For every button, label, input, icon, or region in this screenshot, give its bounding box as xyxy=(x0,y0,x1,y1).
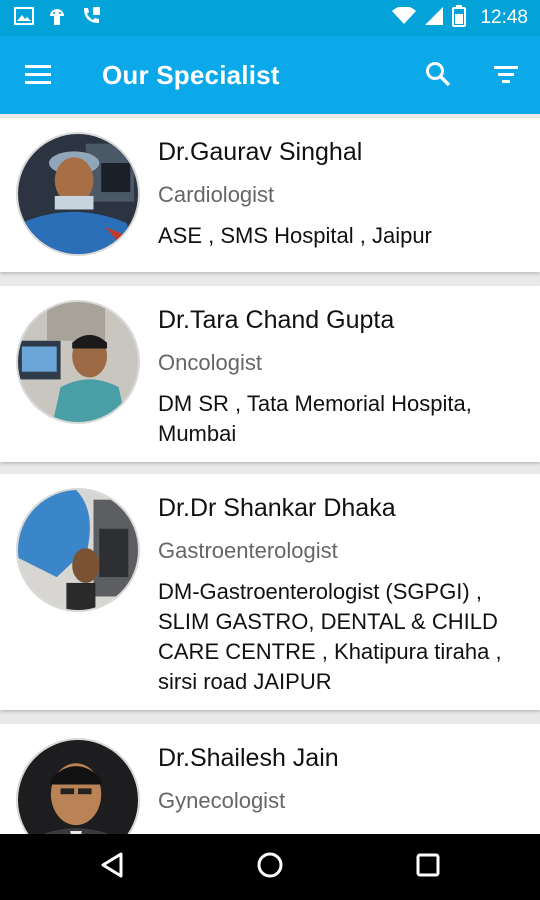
avatar xyxy=(16,488,140,612)
search-button[interactable] xyxy=(420,58,456,94)
hamburger-icon xyxy=(24,63,52,90)
specialist-name: Dr.Tara Chand Gupta xyxy=(158,306,395,334)
menu-button[interactable] xyxy=(20,58,56,94)
call-settings-icon xyxy=(80,5,102,32)
filter-button[interactable] xyxy=(488,58,524,94)
cell-signal-icon xyxy=(424,6,444,31)
avatar xyxy=(16,132,140,256)
avatar xyxy=(16,738,140,834)
specialist-details: DM SR , Tata Memorial Hospita, Mumbai xyxy=(158,391,472,446)
specialist-card[interactable]: Dr.Shailesh Jain Gynecologist xyxy=(0,724,540,834)
back-button[interactable] xyxy=(92,847,132,887)
specialist-specialty: Gastroenterologist xyxy=(158,538,338,563)
app-bar: Our Specialist xyxy=(0,36,540,114)
specialist-name: Dr.Gaurav Singhal xyxy=(158,138,363,166)
gallery-icon xyxy=(14,6,34,30)
battery-icon xyxy=(452,4,467,32)
search-icon xyxy=(425,61,451,92)
specialist-details: DM-Gastroenterologist (SGPGI) , SLIM GAS… xyxy=(158,579,502,694)
wifi-icon xyxy=(392,5,417,30)
specialist-details: ASE , SMS Hospital , Jaipur xyxy=(158,223,432,248)
home-circle-icon xyxy=(256,851,284,884)
specialist-card[interactable]: Dr.Dr Shankar Dhaka Gastroenterologist D… xyxy=(0,474,540,710)
specialist-name: Dr.Shailesh Jain xyxy=(158,744,339,772)
recents-square-icon xyxy=(415,852,441,883)
filter-icon xyxy=(493,64,519,89)
status-time: 12:48 xyxy=(480,7,528,28)
recents-button[interactable] xyxy=(408,847,448,887)
specialist-specialty: Cardiologist xyxy=(158,182,275,207)
specialist-list[interactable]: Dr.Gaurav Singhal Cardiologist ASE , SMS… xyxy=(0,114,540,834)
specialist-specialty: Gynecologist xyxy=(158,788,286,813)
page-title: Our Specialist xyxy=(102,60,280,90)
avatar xyxy=(16,300,140,424)
navigation-bar xyxy=(0,834,540,900)
status-bar: 12:48 xyxy=(0,0,540,36)
specialist-name: Dr.Dr Shankar Dhaka xyxy=(158,494,396,522)
specialist-card[interactable]: Dr.Gaurav Singhal Cardiologist ASE , SMS… xyxy=(0,118,540,272)
specialist-card[interactable]: Dr.Tara Chand Gupta Oncologist DM SR , T… xyxy=(0,286,540,462)
back-triangle-icon xyxy=(99,851,125,884)
android-icon xyxy=(48,6,66,31)
home-button[interactable] xyxy=(250,847,290,887)
specialist-specialty: Oncologist xyxy=(158,350,262,375)
